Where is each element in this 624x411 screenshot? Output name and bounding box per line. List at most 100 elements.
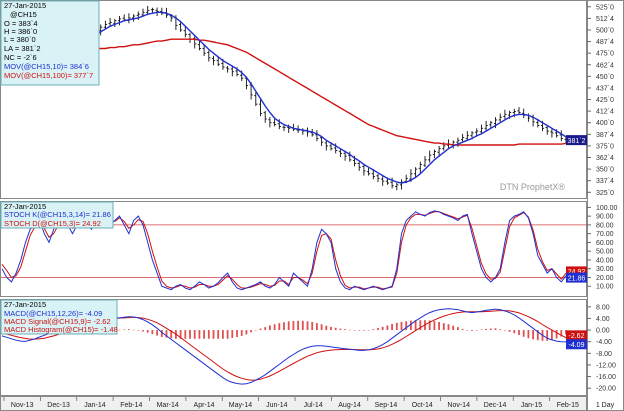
- macd-histogram-bar: [203, 330, 205, 339]
- macd-tick-label: -4.00: [596, 339, 612, 346]
- macd-last-value-1: -4.09: [569, 342, 585, 349]
- price-symbol: @CH15: [10, 10, 37, 19]
- x-tick-label: May-14: [229, 402, 252, 409]
- x-tick-label: Apr-14: [194, 402, 215, 409]
- macd-histogram-bar: [320, 324, 323, 331]
- x-tick-label: Sep-14: [375, 402, 398, 409]
- ma10-legend: MOV(@CH15,10)= 384`6: [4, 62, 89, 71]
- price-tick-label: 425`0: [596, 97, 614, 104]
- stoch-tick-label: 100.00: [596, 205, 618, 212]
- macd-histogram-bar: [287, 321, 290, 331]
- macd-tick-label: -8.00: [596, 351, 612, 358]
- x-tick-label: Feb-14: [120, 402, 142, 409]
- macd-histogram-bar: [461, 328, 464, 331]
- price-info-box[interactable]: 27-Jan-2015 @CH15 O = 383`4 H = 386`0 L …: [0, 0, 100, 86]
- macd-histogram-bar: [254, 330, 257, 331]
- x-tick-label: Mar-14: [157, 402, 179, 409]
- macd-histogram-bar: [193, 330, 196, 339]
- x-tick-label: Oct-14: [412, 402, 433, 409]
- macd-histogram-bar: [518, 330, 520, 336]
- macd-histogram-bar: [471, 330, 473, 331]
- watermark-text: DTN ProphetX®: [500, 182, 566, 192]
- macd-histogram-bar: [156, 330, 158, 336]
- macd-histogram-bar: [240, 330, 243, 336]
- price-tick-label: 450`0: [596, 74, 614, 81]
- x-tick-label: Dec-14: [484, 402, 507, 409]
- macd-histogram-bar: [123, 329, 126, 331]
- macd-histogram-bar: [132, 329, 135, 331]
- readout-net-change: -2`6: [23, 53, 36, 62]
- macd-histogram-bar: [189, 330, 191, 339]
- macd-histogram-bar: [330, 326, 332, 331]
- macd-histogram-bar: [452, 325, 455, 331]
- period-label[interactable]: 1 Day: [596, 402, 615, 409]
- macd-tick-label: 4.00: [596, 316, 610, 323]
- macd-histogram-bar: [278, 323, 281, 331]
- macd-histogram-bar: [273, 324, 276, 331]
- macd-histogram-bar: [410, 320, 412, 331]
- price-tick-label: 412`4: [596, 109, 614, 116]
- macd-histogram-bar: [142, 330, 144, 332]
- macd-histogram-bar: [475, 330, 478, 331]
- macd-histogram-bar: [212, 330, 215, 339]
- macd-histogram-bar: [325, 325, 328, 331]
- macd-histogram-bar: [160, 330, 163, 338]
- macd-histogram-bar: [151, 330, 154, 335]
- price-tick-label: 500`0: [596, 27, 614, 34]
- x-tick-label: Aug-14: [338, 402, 361, 409]
- price-tick-label: 375`0: [596, 143, 614, 150]
- stoch-tick-label: 90.00: [596, 214, 614, 221]
- stoch-tick-label: 70.00: [596, 231, 614, 238]
- price-tick-label: 325`0: [596, 190, 614, 197]
- stochastic-info-box[interactable]: 27-Jan-2015 STOCH K(@CH15,3,14)= 21.86 S…: [0, 201, 114, 229]
- macd-histogram-bar: [457, 327, 459, 331]
- price-tick-label: 350`0: [596, 167, 614, 174]
- macd-histogram-bar: [353, 330, 356, 331]
- x-tick-label: Nov-14: [447, 402, 470, 409]
- macd-histogram-bar: [316, 323, 318, 331]
- macd-histogram-legend: MACD Histogram(@CH15)= -1.48: [4, 325, 118, 334]
- macd-info-box[interactable]: 27-Jan-2015 MACD(@CH15,12,26)= -4.09 MAC…: [0, 299, 118, 335]
- macd-histogram-bar: [363, 330, 365, 331]
- macd-histogram-bar: [222, 330, 224, 339]
- price-tick-label: 462`4: [596, 62, 614, 69]
- macd-histogram-bar: [466, 330, 469, 331]
- macd-histogram-bar: [259, 328, 262, 331]
- macd-histogram-bar: [358, 330, 361, 331]
- stoch-tick-label: 50.00: [596, 249, 614, 256]
- stoch-last-value-1: 21.86: [568, 275, 586, 282]
- macd-histogram-bar: [306, 321, 309, 331]
- x-tick-label: Jul-14: [304, 402, 323, 409]
- x-tick-label: Nov-13: [11, 402, 34, 409]
- macd-histogram-bar: [485, 328, 487, 331]
- stoch-tick-label: 10.00: [596, 284, 614, 291]
- macd-histogram-bar: [245, 330, 248, 335]
- macd-tick-label: 0.00: [596, 328, 610, 335]
- macd-histogram-bar: [146, 330, 149, 333]
- macd-histogram-bar: [447, 324, 450, 331]
- x-tick-label: Jan-15: [521, 402, 543, 409]
- macd-histogram-bar: [372, 329, 375, 331]
- price-tick-label: 362`4: [596, 155, 614, 162]
- price-tick-label: 487`4: [596, 39, 614, 46]
- macd-histogram-bar: [381, 326, 384, 331]
- price-tick-label: 437`4: [596, 85, 614, 92]
- macd-histogram-bar: [522, 330, 525, 337]
- macd-histogram-bar: [184, 330, 187, 339]
- stoch-tick-label: 20.00: [596, 275, 614, 282]
- price-tick-label: 387`4: [596, 132, 614, 139]
- macd-histogram-bar: [301, 320, 304, 331]
- macd-histogram-bar: [339, 328, 342, 331]
- stoch-d-legend: STOCH D(@CH15,3)= 24.92: [4, 219, 101, 228]
- x-tick-label: Dec-13: [47, 402, 70, 409]
- macd-histogram-bar: [391, 323, 393, 331]
- macd-histogram-bar: [334, 327, 337, 331]
- macd-histogram-bar: [489, 328, 492, 331]
- macd-histogram-bar: [395, 322, 398, 331]
- macd-histogram-bar: [283, 322, 285, 331]
- macd-histogram-bar: [546, 330, 549, 341]
- readout-low: 380`0: [16, 35, 35, 44]
- macd-histogram-bar: [508, 330, 511, 332]
- price-tick-label: 337`4: [596, 178, 614, 185]
- svg-text:L = 380`0: L = 380`0: [4, 35, 36, 44]
